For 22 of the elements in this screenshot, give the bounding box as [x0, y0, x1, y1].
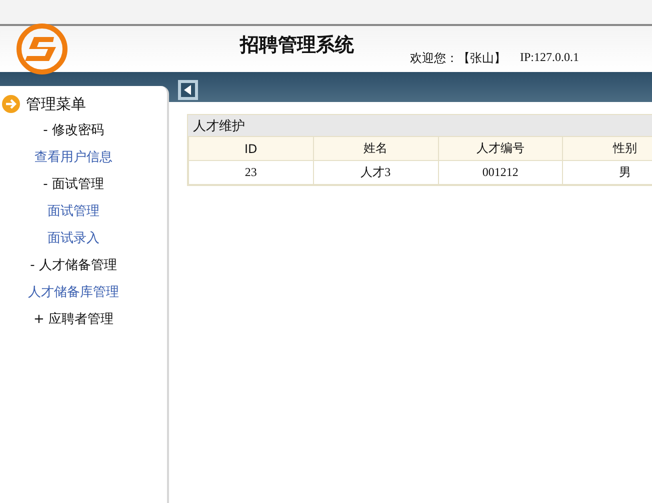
column-header: 姓名	[313, 136, 438, 160]
ip-address: IP:127.0.0.1	[520, 50, 580, 65]
menu-group[interactable]: - 人才储备管理	[0, 251, 167, 278]
column-header: ID	[188, 136, 314, 160]
collapse-button[interactable]	[178, 80, 198, 100]
menu-group[interactable]: + 应聘者管理	[0, 305, 167, 332]
menu-group[interactable]: - 面试管理	[0, 170, 167, 197]
column-header: 性别	[562, 136, 652, 160]
menu-link[interactable]: 人才储备库管理	[0, 278, 167, 305]
table-cell: 23	[188, 160, 314, 184]
menu-link[interactable]: 面试管理	[0, 197, 167, 224]
column-header: 人才编号	[438, 136, 563, 160]
panel-title: 人才维护	[188, 115, 652, 136]
welcome-text: 欢迎您：【张山】	[410, 50, 506, 67]
table-cell: 001212	[438, 160, 563, 184]
table-cell: 人才3	[313, 160, 438, 184]
logo-icon	[16, 23, 68, 75]
menu-link[interactable]: 查看用户信息	[0, 143, 167, 170]
menu-group[interactable]: - 修改密码	[0, 116, 167, 143]
menu-link[interactable]: 面试录入	[0, 224, 167, 251]
menu-title: 管理菜单	[26, 94, 86, 114]
app-title: 招聘管理系统	[240, 33, 354, 58]
